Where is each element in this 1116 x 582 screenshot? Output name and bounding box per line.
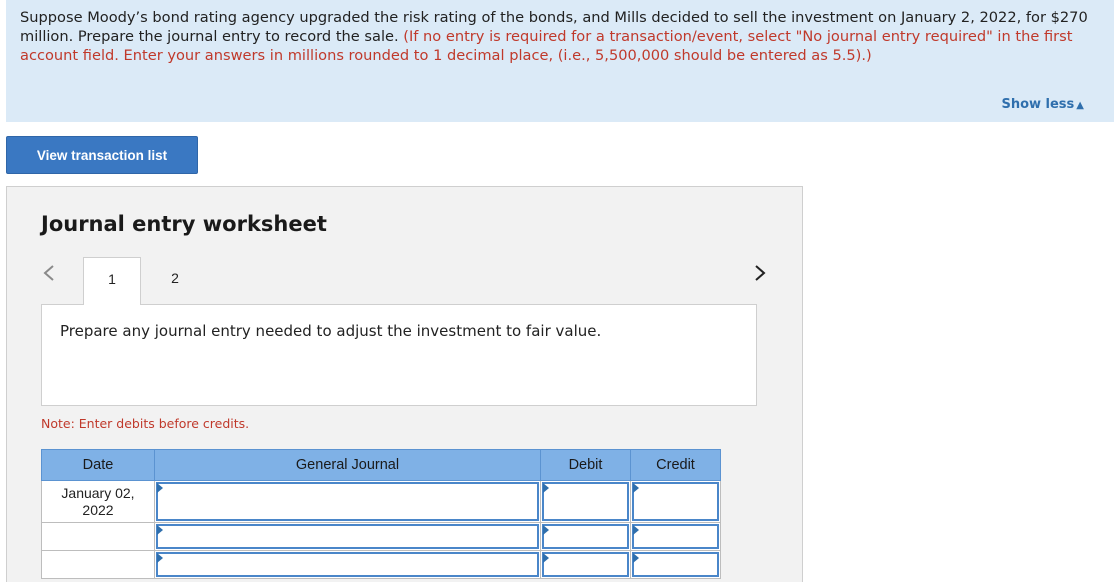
credit-input[interactable] [632,552,719,577]
account-input[interactable] [156,552,539,577]
journal-table: Date General Journal Debit Credit Januar… [41,449,721,579]
table-row [41,522,721,551]
next-entry-button[interactable] [752,260,768,286]
entry-prompt-text: Prepare any journal entry needed to adju… [60,322,602,340]
chevron-left-icon [43,265,54,281]
table-row [41,550,721,579]
triangle-up-icon: ▲ [1076,100,1084,111]
question-banner: Suppose Moody’s bond rating agency upgra… [6,0,1114,122]
debit-cell [540,522,631,551]
date-cell [41,522,155,551]
account-cell [154,480,541,523]
show-less-label: Show less [1001,97,1075,112]
debit-input[interactable] [542,552,629,577]
column-header-date: Date [41,449,155,481]
dropdown-marker-icon [157,553,163,563]
credit-cell [630,480,721,523]
dropdown-marker-icon [157,525,163,535]
credit-input[interactable] [632,482,719,521]
debit-cell [540,480,631,523]
column-header-general-journal: General Journal [154,449,541,481]
credit-input[interactable] [632,524,719,549]
date-cell: January 02, 2022 [41,480,155,523]
column-header-credit: Credit [630,449,721,481]
worksheet-title: Journal entry worksheet [41,212,327,236]
date-value: January 02, 2022 [61,484,135,518]
entry-prompt-box: Prepare any journal entry needed to adju… [41,304,757,406]
dropdown-marker-icon [157,483,163,493]
debit-input[interactable] [542,482,629,521]
account-input[interactable] [156,524,539,549]
tab-entry-2[interactable]: 2 [146,257,204,305]
input-marker-icon [543,553,549,563]
previous-entry-button[interactable] [41,260,57,286]
column-header-debit: Debit [540,449,631,481]
date-cell [41,550,155,579]
view-transaction-list-button[interactable]: View transaction list [6,136,198,174]
input-marker-icon [633,553,639,563]
account-cell [154,550,541,579]
debit-credit-note: Note: Enter debits before credits. [41,416,250,431]
tab-entry-1[interactable]: 1 [83,257,141,305]
credit-cell [630,522,721,551]
account-cell [154,522,541,551]
show-less-toggle[interactable]: Show less ▲ [1001,95,1084,115]
credit-cell [630,550,721,579]
input-marker-icon [633,483,639,493]
chevron-right-icon [755,265,766,281]
debit-input[interactable] [542,524,629,549]
journal-entry-worksheet: Journal entry worksheet 1 2 Prepare any … [6,186,803,582]
account-input[interactable] [156,482,539,521]
input-marker-icon [543,483,549,493]
input-marker-icon [633,525,639,535]
input-marker-icon [543,525,549,535]
table-row: January 02, 2022 [41,480,721,523]
debit-cell [540,550,631,579]
